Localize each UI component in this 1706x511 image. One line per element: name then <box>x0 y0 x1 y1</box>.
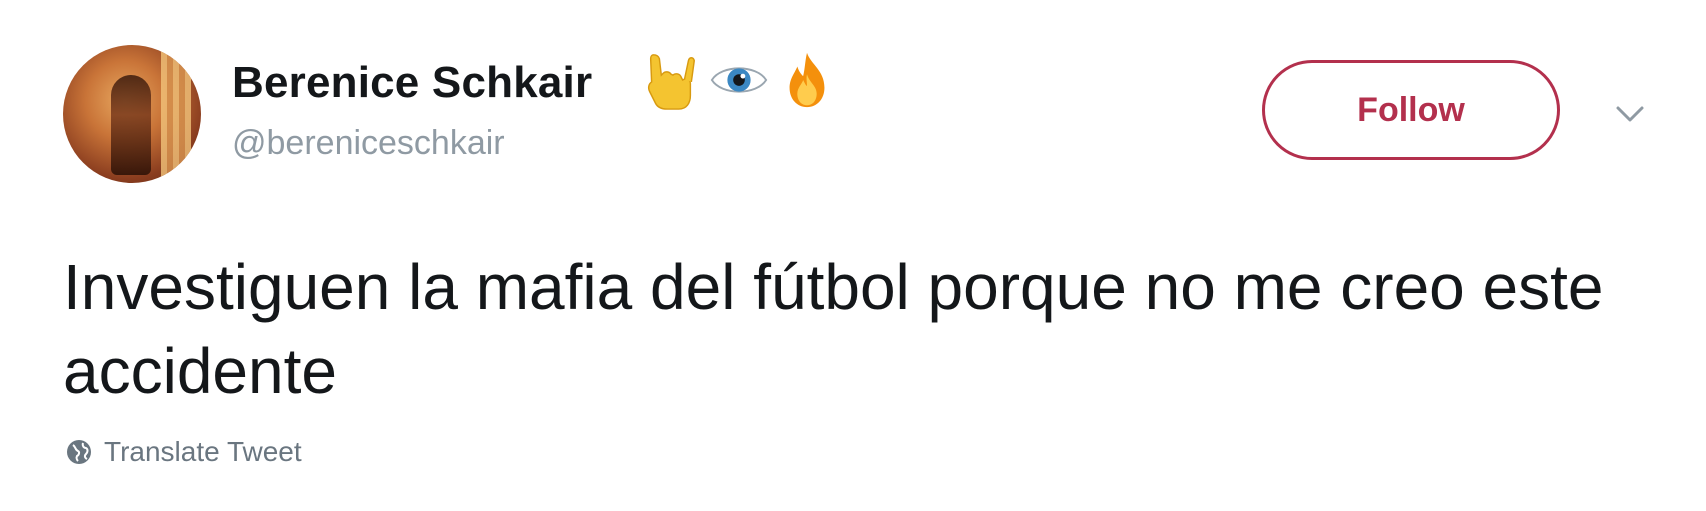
chevron-down-icon[interactable] <box>1612 102 1648 126</box>
name-emojis <box>640 48 838 112</box>
follow-button-label: Follow <box>1357 90 1465 129</box>
tweet-card: Berenice Schkair @bereniceschkair Follow… <box>0 0 1706 511</box>
translate-tweet-label: Translate Tweet <box>104 436 302 467</box>
translate-tweet-link[interactable]: Translate Tweet <box>66 436 302 468</box>
avatar-figure <box>111 75 151 175</box>
follow-button[interactable]: Follow <box>1262 60 1560 160</box>
author-handle[interactable]: @bereniceschkair <box>232 124 505 163</box>
fire-emoji-icon <box>789 52 825 108</box>
author-display-name[interactable]: Berenice Schkair <box>232 58 592 108</box>
tweet-text: Investiguen la mafia del fútbol porque n… <box>63 251 1604 407</box>
avatar-background <box>161 45 191 183</box>
eye-emoji-icon <box>710 67 768 93</box>
avatar[interactable] <box>63 45 201 183</box>
globe-icon <box>67 440 91 464</box>
sign-of-horns-emoji-icon <box>647 54 695 110</box>
